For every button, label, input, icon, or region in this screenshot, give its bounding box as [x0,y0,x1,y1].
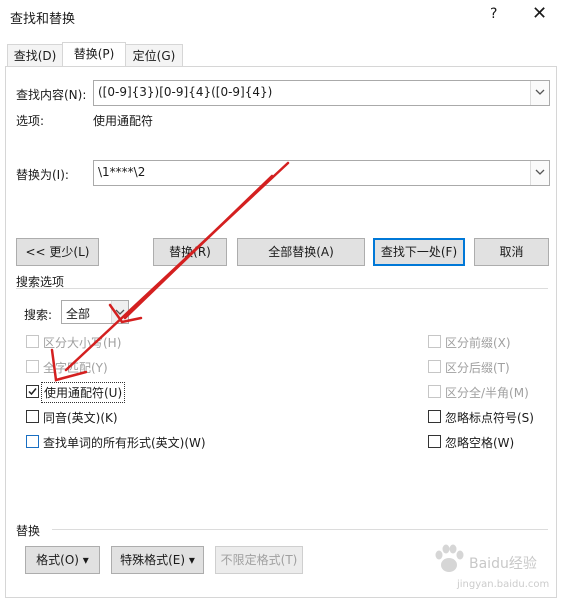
whole-word-checkbox[interactable] [26,360,39,373]
replace-all-button[interactable]: 全部替换(A) [237,238,365,266]
match-width-label: 区分全/半角(M) [445,386,529,400]
cancel-button[interactable]: 取消 [474,238,549,266]
help-button[interactable]: ? [490,6,497,22]
find-label: 查找内容(N): [16,88,87,102]
find-next-button[interactable]: 查找下一处(F) [373,238,465,266]
match-suffix-label: 区分后缀(T) [445,361,510,375]
all-word-forms-label: 查找单词的所有形式(英文)(W) [43,436,206,450]
search-direction-select[interactable]: 全部 [61,300,129,324]
close-button[interactable]: ✕ [532,3,547,24]
use-wildcards-label: 使用通配符(U) [41,382,126,403]
use-wildcards-checkbox[interactable] [26,385,39,398]
chevron-down-icon [115,309,125,315]
replace-input[interactable]: \1****\2 [93,160,550,186]
window-title: 查找和替换 [10,12,76,27]
watermark-url: jingyan.baidu.com [457,579,550,590]
search-dropdown-arrow[interactable] [111,301,128,323]
special-format-button[interactable]: 特殊格式(E) ▾ [111,546,204,574]
find-dropdown-arrow[interactable] [530,81,549,105]
ignore-punctuation-label: 忽略标点符号(S) [445,411,534,425]
all-word-forms-checkbox[interactable] [26,435,39,448]
divider [52,529,548,530]
chevron-down-icon [535,169,545,175]
match-prefix-label: 区分前缀(X) [445,336,511,350]
replace-button[interactable]: 替换(R) [153,238,227,266]
watermark: Baidu经验 jingyan.baidu.com [427,541,557,599]
replace-section-heading: 替换 [16,524,41,538]
match-case-label: 区分大小写(H) [43,336,122,350]
tab-replace[interactable]: 替换(P) [62,42,126,67]
search-label: 搜索: [24,308,53,322]
replace-panel [5,66,557,598]
watermark-title: Baidu经验 [469,556,537,572]
format-button[interactable]: 格式(O) ▾ [25,546,100,574]
ignore-whitespace-label: 忽略空格(W) [445,436,515,450]
whole-word-label: 全字匹配(Y) [43,361,108,375]
paw-logo-icon [435,544,464,572]
options-value: 使用通配符 [93,114,154,128]
match-prefix-checkbox[interactable] [428,335,441,348]
sounds-like-label: 同音(英文)(K) [43,411,118,425]
chevron-down-icon [535,89,545,95]
find-value: ([0-9]{3})[0-9]{4}([0-9]{4}) [98,85,273,99]
replace-dropdown-arrow[interactable] [530,161,549,185]
replace-value: \1****\2 [98,165,146,179]
search-direction-value: 全部 [66,307,91,321]
title-bar: 查找和替换 ? ✕ [0,0,565,34]
options-label: 选项: [16,114,45,128]
match-suffix-checkbox[interactable] [428,360,441,373]
ignore-punctuation-checkbox[interactable] [428,410,441,423]
tab-goto[interactable]: 定位(G) [125,44,183,67]
match-case-checkbox[interactable] [26,335,39,348]
ignore-whitespace-checkbox[interactable] [428,435,441,448]
find-input[interactable]: ([0-9]{3})[0-9]{4}([0-9]{4}) [93,80,550,106]
less-button[interactable]: << 更少(L) [16,238,99,266]
tab-find[interactable]: 查找(D) [7,44,63,67]
replace-label: 替换为(I): [16,168,69,182]
checkmark-icon [28,388,37,396]
match-width-checkbox[interactable] [428,385,441,398]
no-formatting-button[interactable]: 不限定格式(T) [215,546,303,574]
sounds-like-checkbox[interactable] [26,410,39,423]
divider [16,288,548,289]
